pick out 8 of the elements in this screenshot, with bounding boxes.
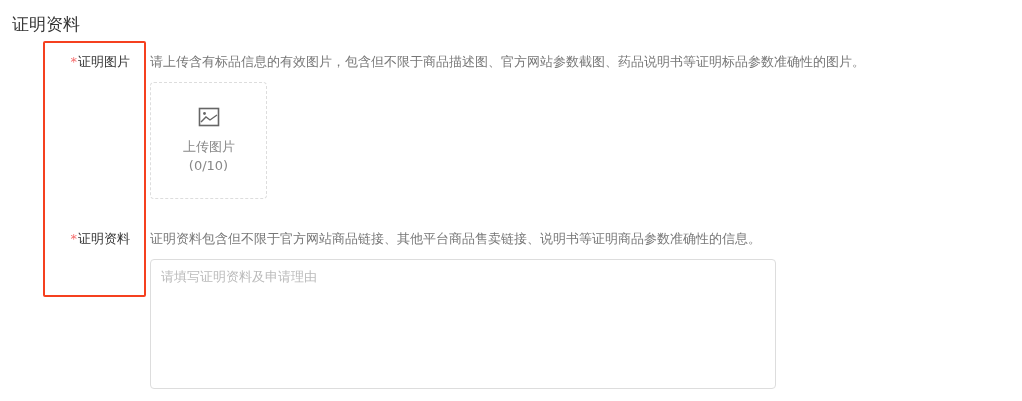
field-label: *证明图片 (70, 53, 130, 71)
field-hint: 证明资料包含但不限于官方网站商品链接、其他平台商品售卖链接、说明书等证明商品参数准确性的信息。 (150, 230, 761, 248)
section-title: 证明资料 (12, 13, 81, 36)
upload-button[interactable]: 上传图片 (0/10) (150, 82, 267, 199)
image-icon (197, 106, 220, 127)
field-label: *证明资料 (70, 230, 130, 248)
reason-textarea[interactable]: 请填写证明资料及申请理由 (150, 259, 776, 389)
field-hint: 请上传含有标品信息的有效图片，包含但不限于商品描述图、官方网站参数截图、药品说明书等证明标品参数准确性的图片。 (150, 53, 865, 71)
